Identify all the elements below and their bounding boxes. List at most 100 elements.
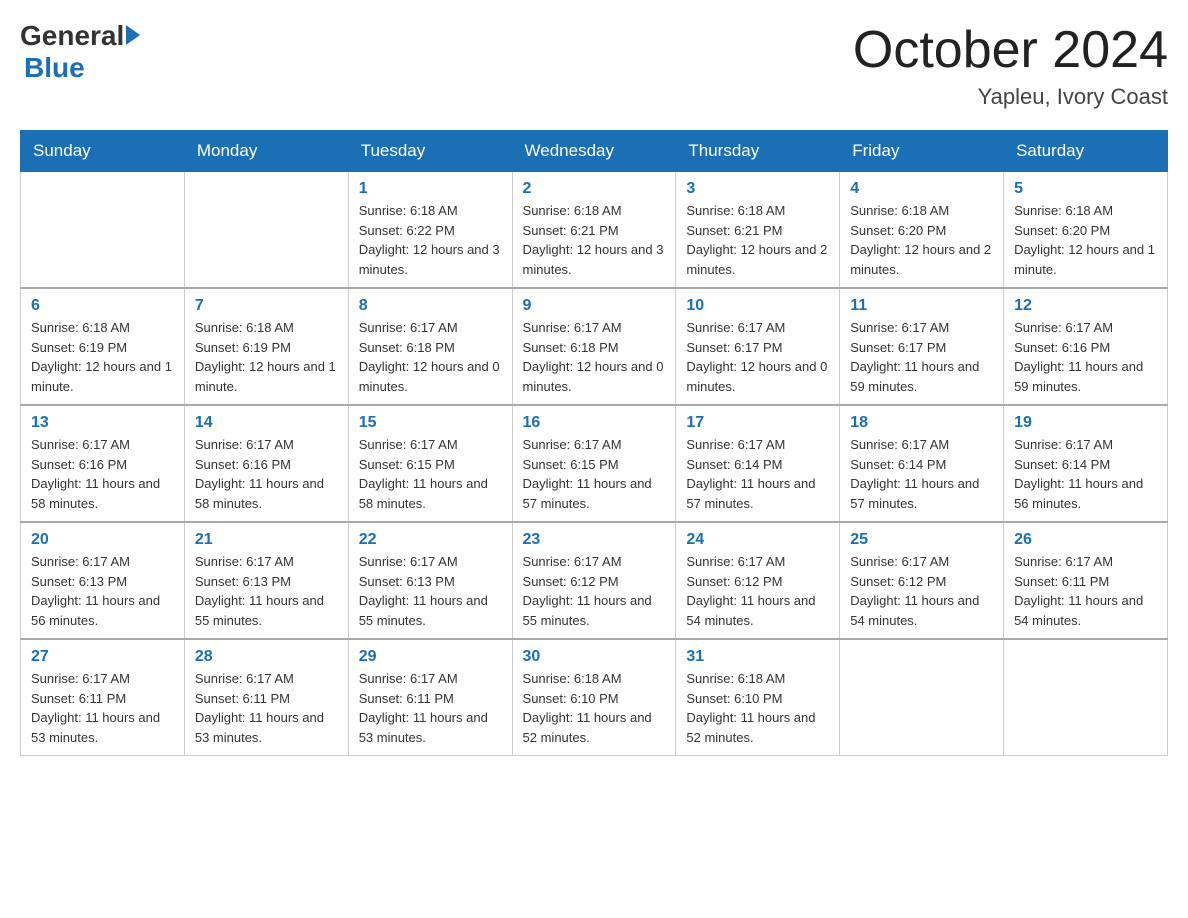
day-info: Sunrise: 6:18 AMSunset: 6:22 PMDaylight:…	[359, 201, 502, 279]
title-area: October 2024 Yapleu, Ivory Coast	[853, 20, 1168, 110]
calendar-cell: 27 Sunrise: 6:17 AMSunset: 6:11 PMDayligh…	[21, 639, 185, 756]
calendar-cell: 6 Sunrise: 6:18 AMSunset: 6:19 PMDaylight…	[21, 288, 185, 405]
day-number: 8	[359, 297, 502, 315]
location-title: Yapleu, Ivory Coast	[853, 84, 1168, 110]
day-info: Sunrise: 6:17 AMSunset: 6:16 PMDaylight:…	[31, 435, 174, 513]
day-info: Sunrise: 6:17 AMSunset: 6:16 PMDaylight:…	[1014, 318, 1157, 396]
day-number: 30	[523, 648, 666, 666]
week-row-4: 20 Sunrise: 6:17 AMSunset: 6:13 PMDayligh…	[21, 522, 1168, 639]
weekday-header-monday: Monday	[184, 131, 348, 172]
day-info: Sunrise: 6:17 AMSunset: 6:13 PMDaylight:…	[31, 552, 174, 630]
logo-blue: Blue	[24, 52, 85, 84]
calendar-cell: 9 Sunrise: 6:17 AMSunset: 6:18 PMDaylight…	[512, 288, 676, 405]
day-number: 6	[31, 297, 174, 315]
day-number: 17	[686, 414, 829, 432]
calendar-cell: 29 Sunrise: 6:17 AMSunset: 6:11 PMDayligh…	[348, 639, 512, 756]
day-info: Sunrise: 6:17 AMSunset: 6:18 PMDaylight:…	[359, 318, 502, 396]
calendar-cell: 24Sunrise: 6:17 AMSunset: 6:12 PMDayligh…	[676, 522, 840, 639]
day-number: 3	[686, 180, 829, 198]
day-number: 26	[1014, 531, 1157, 549]
day-number: 21	[195, 531, 338, 549]
logo-arrow-icon	[126, 25, 140, 45]
weekday-header-thursday: Thursday	[676, 131, 840, 172]
day-info: Sunrise: 6:18 AMSunset: 6:19 PMDaylight:…	[195, 318, 338, 396]
calendar-table: SundayMondayTuesdayWednesdayThursdayFrid…	[20, 130, 1168, 756]
day-number: 13	[31, 414, 174, 432]
day-number: 2	[523, 180, 666, 198]
day-info: Sunrise: 6:18 AMSunset: 6:21 PMDaylight:…	[686, 201, 829, 279]
calendar-cell: 3 Sunrise: 6:18 AMSunset: 6:21 PMDaylight…	[676, 172, 840, 289]
day-number: 12	[1014, 297, 1157, 315]
day-number: 10	[686, 297, 829, 315]
day-info: Sunrise: 6:17 AMSunset: 6:12 PMDaylight:…	[850, 552, 993, 630]
day-number: 14	[195, 414, 338, 432]
day-number: 5	[1014, 180, 1157, 198]
day-number: 18	[850, 414, 993, 432]
day-info: Sunrise: 6:18 AMSunset: 6:20 PMDaylight:…	[850, 201, 993, 279]
calendar-cell: 28 Sunrise: 6:17 AMSunset: 6:11 PMDayligh…	[184, 639, 348, 756]
day-number: 11	[850, 297, 993, 315]
calendar-cell: 5 Sunrise: 6:18 AMSunset: 6:20 PMDaylight…	[1004, 172, 1168, 289]
day-number: 22	[359, 531, 502, 549]
day-number: 19	[1014, 414, 1157, 432]
day-number: 16	[523, 414, 666, 432]
day-info: Sunrise: 6:17 AMSunset: 6:17 PMDaylight:…	[686, 318, 829, 396]
logo-general: General	[20, 20, 124, 52]
week-row-2: 6 Sunrise: 6:18 AMSunset: 6:19 PMDaylight…	[21, 288, 1168, 405]
calendar-cell: 14 Sunrise: 6:17 AMSunset: 6:16 PMDayligh…	[184, 405, 348, 522]
calendar-cell: 22 Sunrise: 6:17 AMSunset: 6:13 PMDayligh…	[348, 522, 512, 639]
weekday-header-wednesday: Wednesday	[512, 131, 676, 172]
day-number: 28	[195, 648, 338, 666]
day-number: 25	[850, 531, 993, 549]
weekday-header-sunday: Sunday	[21, 131, 185, 172]
calendar-cell: 18 Sunrise: 6:17 AMSunset: 6:14 PMDayligh…	[840, 405, 1004, 522]
calendar-cell: 25 Sunrise: 6:17 AMSunset: 6:12 PMDayligh…	[840, 522, 1004, 639]
day-number: 7	[195, 297, 338, 315]
day-info: Sunrise: 6:17 AMSunset: 6:11 PMDaylight:…	[195, 669, 338, 747]
calendar-cell: 23Sunrise: 6:17 AMSunset: 6:12 PMDayligh…	[512, 522, 676, 639]
day-info: Sunrise: 6:18 AMSunset: 6:10 PMDaylight:…	[523, 669, 666, 747]
day-info: Sunrise: 6:18 AMSunset: 6:20 PMDaylight:…	[1014, 201, 1157, 279]
day-number: 9	[523, 297, 666, 315]
day-number: 4	[850, 180, 993, 198]
day-info: Sunrise: 6:17 AMSunset: 6:16 PMDaylight:…	[195, 435, 338, 513]
calendar-cell: 19Sunrise: 6:17 AMSunset: 6:14 PMDayligh…	[1004, 405, 1168, 522]
day-info: Sunrise: 6:18 AMSunset: 6:21 PMDaylight:…	[523, 201, 666, 279]
week-row-1: 1Sunrise: 6:18 AMSunset: 6:22 PMDaylight…	[21, 172, 1168, 289]
weekday-header-saturday: Saturday	[1004, 131, 1168, 172]
day-number: 29	[359, 648, 502, 666]
calendar-cell: 10 Sunrise: 6:17 AMSunset: 6:17 PMDayligh…	[676, 288, 840, 405]
week-row-3: 13 Sunrise: 6:17 AMSunset: 6:16 PMDayligh…	[21, 405, 1168, 522]
calendar-cell: 17 Sunrise: 6:17 AMSunset: 6:14 PMDayligh…	[676, 405, 840, 522]
day-number: 23	[523, 531, 666, 549]
calendar-cell	[184, 172, 348, 289]
day-number: 15	[359, 414, 502, 432]
calendar-cell: 8 Sunrise: 6:17 AMSunset: 6:18 PMDaylight…	[348, 288, 512, 405]
calendar-cell: 15 Sunrise: 6:17 AMSunset: 6:15 PMDayligh…	[348, 405, 512, 522]
day-number: 20	[31, 531, 174, 549]
day-info: Sunrise: 6:18 AMSunset: 6:19 PMDaylight:…	[31, 318, 174, 396]
day-info: Sunrise: 6:17 AMSunset: 6:14 PMDaylight:…	[686, 435, 829, 513]
day-number: 31	[686, 648, 829, 666]
week-row-5: 27 Sunrise: 6:17 AMSunset: 6:11 PMDayligh…	[21, 639, 1168, 756]
day-info: Sunrise: 6:17 AMSunset: 6:15 PMDaylight:…	[359, 435, 502, 513]
page-header: General Blue October 2024 Yapleu, Ivory …	[20, 20, 1168, 110]
day-info: Sunrise: 6:17 AMSunset: 6:11 PMDaylight:…	[359, 669, 502, 747]
day-info: Sunrise: 6:17 AMSunset: 6:18 PMDaylight:…	[523, 318, 666, 396]
weekday-header-row: SundayMondayTuesdayWednesdayThursdayFrid…	[21, 131, 1168, 172]
day-info: Sunrise: 6:17 AMSunset: 6:11 PMDaylight:…	[31, 669, 174, 747]
weekday-header-friday: Friday	[840, 131, 1004, 172]
day-number: 27	[31, 648, 174, 666]
calendar-cell: 4 Sunrise: 6:18 AMSunset: 6:20 PMDaylight…	[840, 172, 1004, 289]
day-info: Sunrise: 6:17 AMSunset: 6:14 PMDaylight:…	[850, 435, 993, 513]
day-info: Sunrise: 6:17 AMSunset: 6:13 PMDaylight:…	[359, 552, 502, 630]
day-info: Sunrise: 6:18 AMSunset: 6:10 PMDaylight:…	[686, 669, 829, 747]
calendar-cell: 7 Sunrise: 6:18 AMSunset: 6:19 PMDaylight…	[184, 288, 348, 405]
calendar-cell: 16Sunrise: 6:17 AMSunset: 6:15 PMDayligh…	[512, 405, 676, 522]
day-info: Sunrise: 6:17 AMSunset: 6:12 PMDaylight:…	[686, 552, 829, 630]
calendar-cell: 1Sunrise: 6:18 AMSunset: 6:22 PMDaylight…	[348, 172, 512, 289]
calendar-cell: 2 Sunrise: 6:18 AMSunset: 6:21 PMDaylight…	[512, 172, 676, 289]
calendar-cell	[21, 172, 185, 289]
calendar-cell	[840, 639, 1004, 756]
month-title: October 2024	[853, 20, 1168, 80]
